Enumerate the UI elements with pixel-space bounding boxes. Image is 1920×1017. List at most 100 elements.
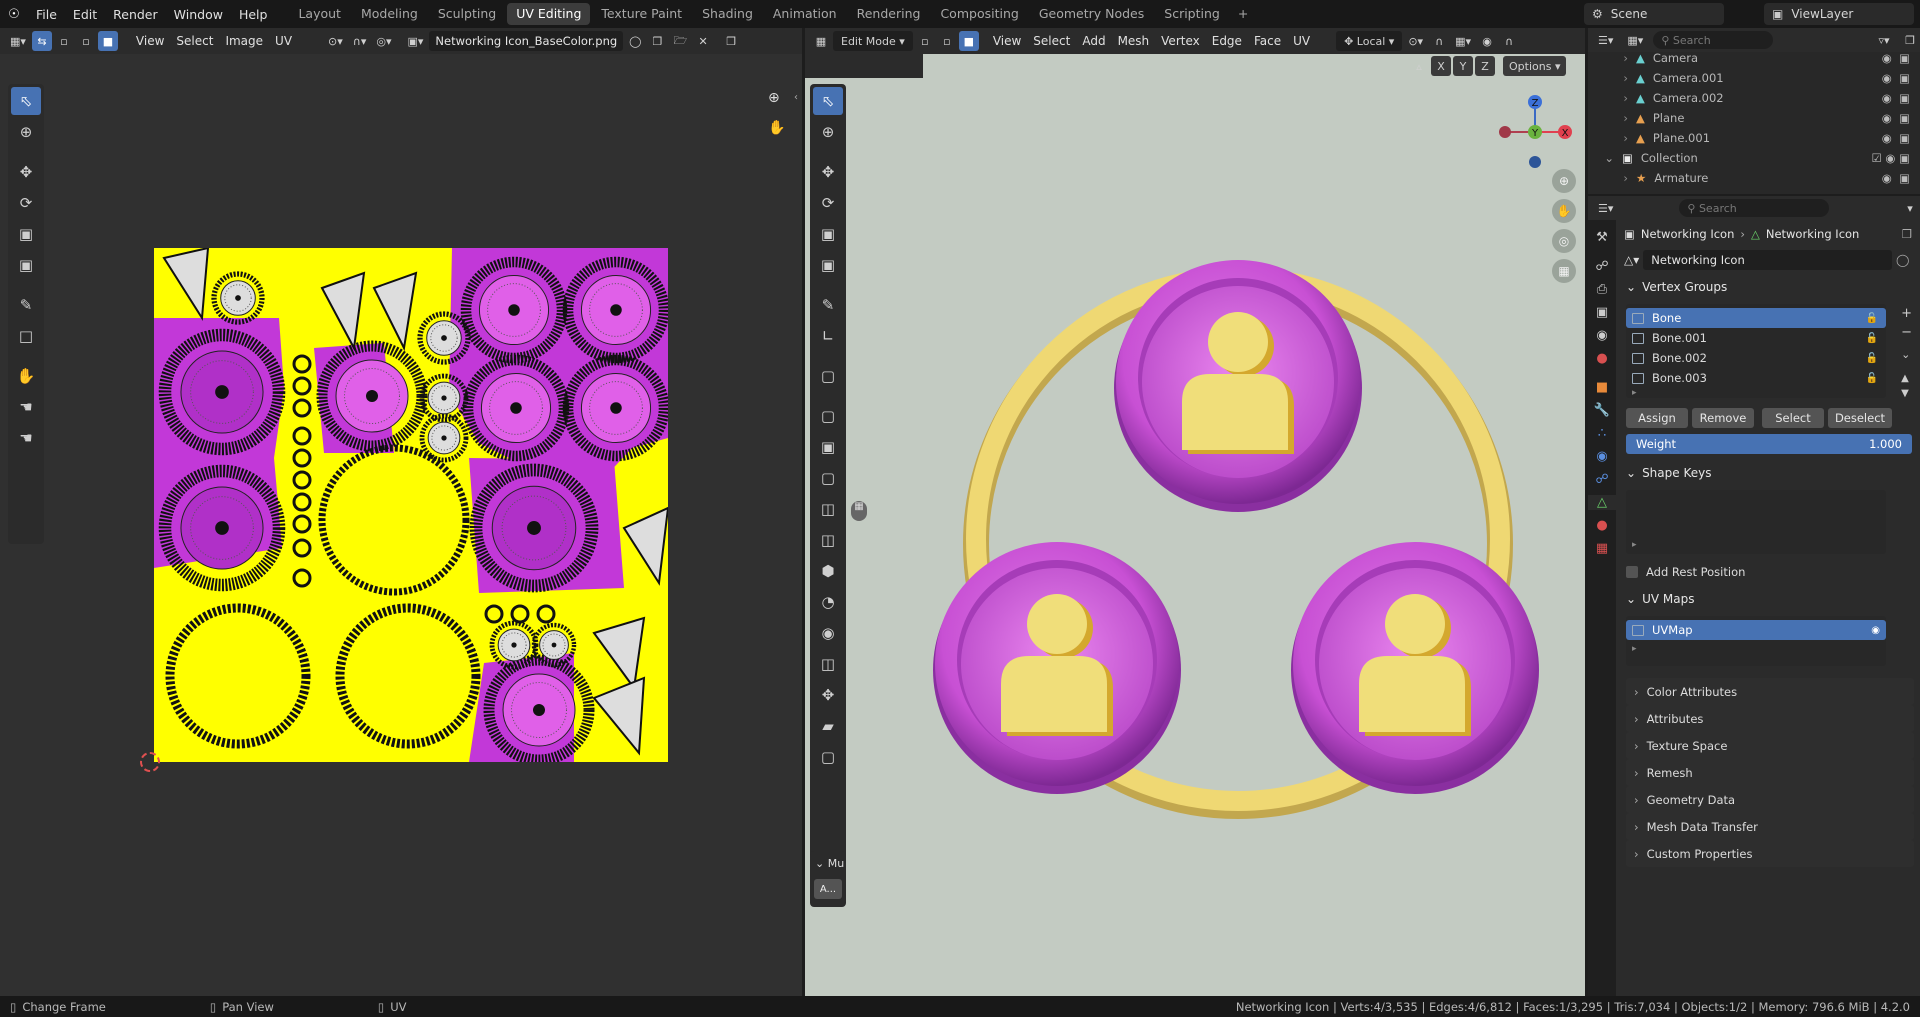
visibility-icon[interactable]: ◉ ▣ [1882,171,1910,185]
editor-type-icon[interactable]: ▦▾ [6,31,30,51]
options-dropdown[interactable]: Options ▾ [1503,56,1567,76]
inset-icon[interactable]: ▣ [813,433,843,461]
panel-geometry-data[interactable]: › Geometry Data [1626,786,1914,813]
viewport-menu-view[interactable]: View [987,34,1027,48]
gizmo-neg-x-axis[interactable] [1499,126,1511,138]
tab-shading[interactable]: Shading [693,3,762,25]
add-workspace-button[interactable]: + [1229,3,1257,25]
vp-scale-icon[interactable]: ▣ [813,220,843,248]
poly-build-icon[interactable]: ⬢ [813,557,843,585]
properties-options-icon[interactable]: ▾ [1900,198,1920,218]
tab-sculpting[interactable]: Sculpting [429,3,505,25]
viewport-menu-uv[interactable]: UV [1287,34,1316,48]
outliner-item-camera-001[interactable]: › ▲ Camera.001 ◉ ▣ [1588,68,1920,88]
rip-region-icon[interactable]: ▢ [813,743,843,771]
operator-button[interactable]: A... [814,879,842,899]
edge-select-icon[interactable]: ▫ [76,31,96,51]
tab-animation[interactable]: Animation [764,3,846,25]
uv-map-row[interactable]: UVMap ◉ [1626,620,1886,640]
vp-move-icon[interactable]: ✥ [813,158,843,186]
scale-icon[interactable]: ▣ [11,220,41,248]
outliner-collection[interactable]: ⌄ ▣ Collection ☑ ◉ ▣ [1588,148,1920,168]
measure-icon[interactable]: ∟ [813,322,843,350]
display-mode-icon[interactable]: ▦▾ [1623,30,1647,50]
proportional-icon[interactable]: ◉ [1477,31,1497,51]
properties-search[interactable]: ⚲ Search [1679,199,1830,217]
mirror-z-button[interactable]: Z [1475,56,1495,76]
uv-menu-select[interactable]: Select [170,34,219,48]
world-tab-icon[interactable]: ● [1588,351,1616,366]
remove-button[interactable]: Remove [1692,408,1754,428]
tool-tab-icon[interactable]: ⚒ [1588,230,1616,245]
weight-slider[interactable]: Weight 1.000 [1626,434,1912,454]
collapsed-operator-panel[interactable]: ⌄ Mu A... [810,851,846,907]
scene-selector[interactable]: ⚙ Scene [1584,3,1724,25]
mirror-x-button[interactable]: X [1431,56,1451,76]
gizmo-neg-z-axis[interactable] [1529,156,1541,168]
outliner-search[interactable]: ⚲ Search [1653,31,1774,49]
loop-cut-icon[interactable]: ◫ [813,495,843,523]
transform-icon[interactable]: ▣ [11,251,41,279]
open-image-icon[interactable]: 🗁 [669,31,691,51]
viewport-menu-edge[interactable]: Edge [1206,34,1248,48]
tab-scripting[interactable]: Scripting [1155,3,1229,25]
snapping-icon[interactable]: ∩ [1429,31,1449,51]
viewport-menu-face[interactable]: Face [1248,34,1287,48]
vertex-group-row[interactable]: Bone.002 🔓 [1626,348,1886,368]
outliner-item-plane-001[interactable]: › ▲ Plane.001 ◉ ▣ [1588,128,1920,148]
remove-vertex-group-icon[interactable]: − [1901,325,1912,340]
user-node[interactable] [933,542,1181,794]
zoom-icon[interactable]: ⊕ [768,90,780,106]
lock-icon[interactable]: 🔓 [1866,373,1878,384]
image-name-field[interactable]: Networking Icon_BaseColor.png [429,31,624,51]
tab-geometry-nodes[interactable]: Geometry Nodes [1030,3,1153,25]
rotate-icon[interactable]: ⟳ [11,189,41,217]
uv-menu-view[interactable]: View [130,34,170,48]
particles-tab-icon[interactable]: ∴ [1588,426,1616,441]
pan-hand-icon[interactable]: ✋ [768,120,785,136]
smooth-icon[interactable]: ◉ [813,619,843,647]
menu-edit[interactable]: Edit [65,7,105,22]
data-name-field[interactable]: Networking Icon [1643,250,1892,270]
fake-user-icon[interactable]: ◯ [625,31,645,51]
3d-viewport[interactable]: ▵ XYZ Options ▾ ⬁ ⊕ ✥ ⟳ ▣ ▣ ✎ ∟ ▢ ▢ ▣ ▢ … [805,54,1585,996]
new-collection-icon[interactable]: ❐ [1900,30,1920,50]
pin-properties-icon[interactable]: ❒ [1902,227,1912,241]
select-box-icon[interactable]: ⬁ [11,87,41,115]
viewport-menu-select[interactable]: Select [1027,34,1076,48]
menu-file[interactable]: File [28,7,65,22]
select-button[interactable]: Select [1762,408,1824,428]
move-down-icon[interactable]: ▼ [1901,388,1912,399]
spin-icon[interactable]: ◔ [813,588,843,616]
vp-annotate-icon[interactable]: ✎ [813,291,843,319]
expand-arrow-icon[interactable]: › [1588,171,1636,185]
add-rest-position-checkbox[interactable] [1626,566,1638,578]
data-tab-icon[interactable]: △ [1588,495,1616,510]
rip-icon[interactable]: □ [11,322,41,350]
material-tab-icon[interactable]: ● [1588,518,1616,533]
vertex-group-row[interactable]: Bone.001 🔓 [1626,328,1886,348]
physics-tab-icon[interactable]: ◉ [1588,449,1616,464]
blender-logo-icon[interactable]: ☉ [0,7,28,22]
output-tab-icon[interactable]: ⎙ [1588,282,1616,297]
grab-icon[interactable]: ✋ [11,362,41,390]
vp-transform-icon[interactable]: ▣ [813,251,843,279]
tab-texture-paint[interactable]: Texture Paint [592,3,691,25]
visibility-icon[interactable]: ◉ ▣ [1882,71,1910,85]
uv-editor-canvas[interactable]: ⬁ ⊕ ✥ ⟳ ▣ ▣ ✎ □ ✋ ☚ ☚ ⊕ ✋ ‹ [0,54,802,996]
transform-orientation-selector[interactable]: ✥ Local ▾ [1336,31,1403,51]
vp-select-box-icon[interactable]: ⬁ [813,87,843,115]
lock-icon[interactable]: 🔓 [1866,313,1878,324]
vp-rotate-icon[interactable]: ⟳ [813,189,843,217]
tab-modeling[interactable]: Modeling [352,3,427,25]
tab-compositing[interactable]: Compositing [931,3,1027,25]
move-up-icon[interactable]: ▲ [1901,373,1912,384]
uv-maps-panel-header[interactable]: ⌄ UV Maps [1618,586,1920,612]
deselect-button[interactable]: Deselect [1828,408,1892,428]
move-icon[interactable]: ✥ [11,158,41,186]
vertex-groups-list[interactable]: Bone 🔓 Bone.001 🔓 Bone.002 🔓 Bone.003 🔓 ▸ [1626,304,1886,398]
visibility-icon[interactable]: ◉ ▣ [1882,51,1910,65]
view-layer-tab-icon[interactable]: ▣ [1588,305,1616,320]
snap-icon[interactable]: ∩▾ [349,31,371,51]
annotate-icon[interactable]: ✎ [11,291,41,319]
